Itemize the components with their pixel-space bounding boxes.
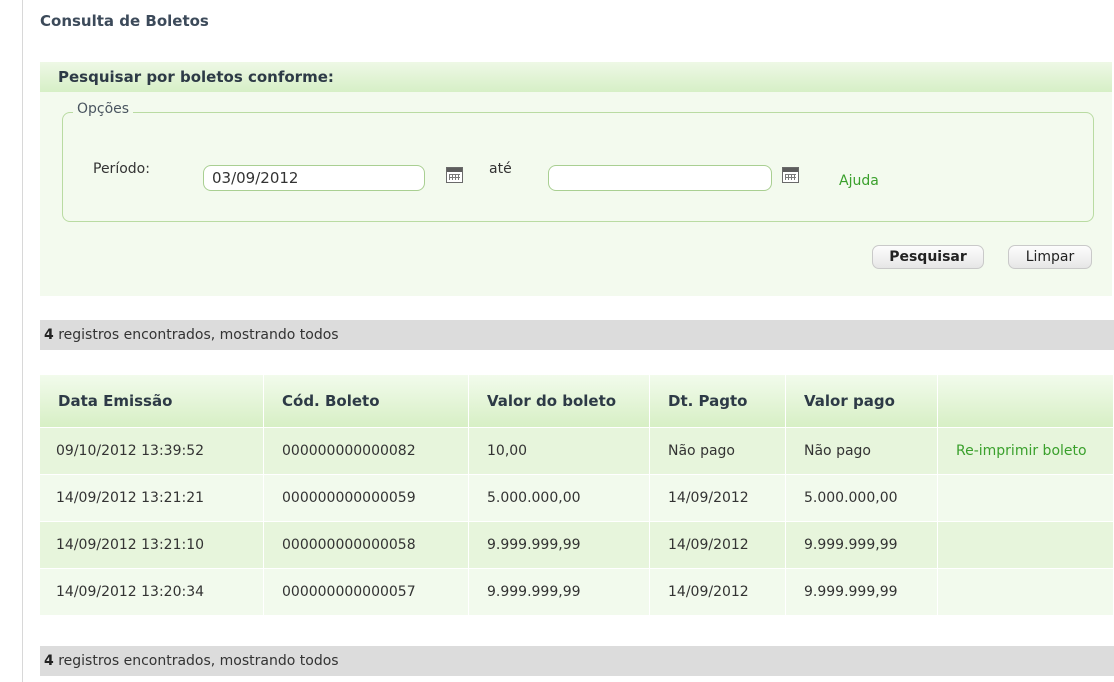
results-count-number: 4 bbox=[44, 327, 54, 343]
date-from-input[interactable] bbox=[203, 165, 425, 191]
cell-valor-pago: 5.000.000,00 bbox=[785, 474, 938, 522]
results-count-text: registros encontrados, mostrando todos bbox=[53, 653, 339, 669]
column-header-valor-pago: Valor pago bbox=[785, 375, 938, 428]
column-header-cod-boleto: Cód. Boleto bbox=[263, 375, 469, 428]
cell-data-emissao: 14/09/2012 13:21:21 bbox=[40, 474, 264, 522]
cell-valor-boleto: 10,00 bbox=[468, 427, 650, 475]
results-count-top: 4 registros encontrados, mostrando todos bbox=[40, 320, 1114, 350]
left-divider bbox=[22, 0, 23, 682]
results-count-text: registros encontrados, mostrando todos bbox=[53, 327, 339, 343]
calendar-icon[interactable] bbox=[782, 167, 799, 183]
cell-valor-pago: Não pago bbox=[785, 427, 938, 475]
cell-valor-pago: 9.999.999,99 bbox=[785, 521, 938, 569]
cell-action: Re-imprimir boleto bbox=[937, 427, 1114, 475]
cell-valor-pago: 9.999.999,99 bbox=[785, 568, 938, 615]
calendar-icon[interactable] bbox=[446, 167, 463, 183]
cell-data-emissao: 14/09/2012 13:21:10 bbox=[40, 521, 264, 569]
table-row: 14/09/2012 13:20:34 000000000000057 9.99… bbox=[40, 568, 1114, 615]
table-row: 14/09/2012 13:21:21 000000000000059 5.00… bbox=[40, 474, 1114, 522]
column-header-dt-pagto: Dt. Pagto bbox=[649, 375, 786, 428]
cell-cod-boleto: 000000000000082 bbox=[263, 427, 469, 475]
results-count-number: 4 bbox=[44, 653, 54, 669]
cell-dt-pagto: 14/09/2012 bbox=[649, 521, 786, 569]
page-title: Consulta de Boletos bbox=[40, 12, 209, 30]
periodo-label: Período: bbox=[93, 161, 150, 177]
cell-dt-pagto: 14/09/2012 bbox=[649, 568, 786, 615]
cell-dt-pagto: 14/09/2012 bbox=[649, 474, 786, 522]
search-panel-header: Pesquisar por boletos conforme: bbox=[40, 62, 1112, 92]
cell-data-emissao: 14/09/2012 13:20:34 bbox=[40, 568, 264, 615]
search-button[interactable]: Pesquisar bbox=[872, 245, 984, 269]
cell-action bbox=[937, 474, 1114, 522]
cell-data-emissao: 09/10/2012 13:39:52 bbox=[40, 427, 264, 475]
search-panel: Pesquisar por boletos conforme: Opções P… bbox=[40, 62, 1112, 296]
cell-dt-pagto: Não pago bbox=[649, 427, 786, 475]
date-to-input[interactable] bbox=[548, 165, 772, 191]
column-header-valor-boleto: Valor do boleto bbox=[468, 375, 650, 428]
column-header-data-emissao: Data Emissão bbox=[40, 375, 264, 428]
options-fieldset: Opções Período: até Ajuda bbox=[62, 101, 1094, 222]
cell-valor-boleto: 5.000.000,00 bbox=[468, 474, 650, 522]
table-row: 14/09/2012 13:21:10 000000000000058 9.99… bbox=[40, 521, 1114, 569]
clear-button[interactable]: Limpar bbox=[1008, 245, 1092, 269]
results-count-bottom: 4 registros encontrados, mostrando todos bbox=[40, 646, 1114, 676]
options-legend: Opções bbox=[73, 101, 134, 117]
table-row: 09/10/2012 13:39:52 000000000000082 10,0… bbox=[40, 427, 1114, 475]
cell-cod-boleto: 000000000000058 bbox=[263, 521, 469, 569]
cell-cod-boleto: 000000000000057 bbox=[263, 568, 469, 615]
cell-action bbox=[937, 521, 1114, 569]
reprint-boleto-link[interactable]: Re-imprimir boleto bbox=[956, 443, 1087, 459]
cell-cod-boleto: 000000000000059 bbox=[263, 474, 469, 522]
ate-label: até bbox=[489, 161, 512, 177]
table-header-row: Data Emissão Cód. Boleto Valor do boleto… bbox=[40, 375, 1114, 428]
cell-action bbox=[937, 568, 1114, 615]
column-header-action bbox=[937, 375, 1114, 428]
help-link[interactable]: Ajuda bbox=[839, 173, 879, 189]
results-table: Data Emissão Cód. Boleto Valor do boleto… bbox=[40, 375, 1114, 615]
cell-valor-boleto: 9.999.999,99 bbox=[468, 568, 650, 615]
cell-valor-boleto: 9.999.999,99 bbox=[468, 521, 650, 569]
